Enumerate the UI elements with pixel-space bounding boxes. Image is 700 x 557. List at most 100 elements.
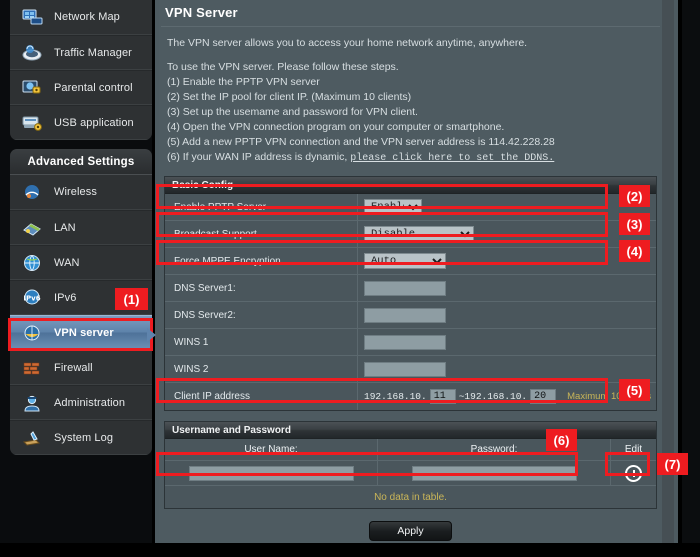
sidebar-item-label: System Log <box>54 431 114 444</box>
step-3: (3) Set up the usemame and password for … <box>167 106 418 118</box>
sidebar: Network Map Traffic Manager Parental con… <box>0 0 152 557</box>
svg-text:IPv6: IPv6 <box>23 294 40 302</box>
row-field: Disable <box>358 221 656 247</box>
row-wins1: WINS 1 <box>165 329 656 356</box>
client-ip-end-input[interactable] <box>530 389 557 404</box>
title-divider <box>161 26 660 27</box>
advanced-settings-label: Advanced Settings <box>27 155 135 168</box>
username-password-title: Username and Password <box>172 424 291 436</box>
sidebar-item-vpn-server[interactable]: VPN server <box>10 315 152 350</box>
advanced-settings-header: Advanced Settings <box>10 149 152 175</box>
cell-username <box>165 461 378 485</box>
row-label: WINS 2 <box>165 356 358 382</box>
password-input[interactable] <box>411 465 577 481</box>
row-field <box>358 302 656 328</box>
row-enable-pptp: Enable PPTP Server Enable <box>165 194 656 221</box>
firewall-icon <box>19 356 46 380</box>
row-force-mppe: Force MPPE Encryption Auto <box>165 248 656 275</box>
row-label: Broadcast Support <box>165 221 358 247</box>
ipv6-icon: IPv6 <box>19 286 46 310</box>
main-panel: VPN Server The VPN server allows you to … <box>152 0 682 543</box>
dns-server2-input[interactable] <box>364 307 446 323</box>
max-clients-note: Maximum 10 clients <box>567 391 652 402</box>
wins2-input[interactable] <box>364 361 446 377</box>
step-2: (2) Set the IP pool for client IP. (Maxi… <box>167 91 412 103</box>
steps-header: To use the VPN server. Please follow the… <box>167 61 399 73</box>
column-header-edit: Edit <box>624 444 643 455</box>
plus-circle-icon[interactable] <box>625 464 642 482</box>
basic-config-title: Basic Config <box>172 179 234 191</box>
step-5: (5) Add a new PPTP VPN connection and th… <box>167 136 555 148</box>
row-field <box>358 356 656 382</box>
enable-pptp-select[interactable]: Enable <box>364 199 422 215</box>
client-ip-separator: ~192.168.10. <box>458 391 528 402</box>
sidebar-item-label: Network Map <box>54 11 120 23</box>
row-wins2: WINS 2 <box>165 356 656 383</box>
dns-server1-input[interactable] <box>364 280 446 296</box>
force-mppe-select[interactable]: Auto <box>364 253 446 269</box>
row-field <box>358 329 656 355</box>
sidebar-item-ipv6[interactable]: IPv6 IPv6 <box>10 280 152 315</box>
lan-icon <box>19 216 46 240</box>
username-input[interactable] <box>188 465 354 481</box>
ddns-link[interactable]: please click here to set the DDNS. <box>350 153 554 164</box>
sidebar-item-usb-application[interactable]: USB application <box>10 105 152 140</box>
sidebar-item-label: LAN <box>54 221 76 234</box>
row-field: Auto <box>358 248 656 274</box>
step-6-prefix: (6) If your WAN IP address is dynamic, <box>167 151 348 163</box>
main-content: VPN Server The VPN server allows you to … <box>159 0 662 543</box>
sidebar-item-label: VPN server <box>54 326 114 339</box>
client-ip-start-input[interactable] <box>429 389 456 404</box>
username-password-card: Username and Password User Name: Passwor… <box>164 421 657 509</box>
intro-text: The VPN server allows you to access your… <box>167 37 528 49</box>
sidebar-item-firewall[interactable]: Firewall <box>10 350 152 385</box>
sidebar-primary-group: Network Map Traffic Manager Parental con… <box>10 0 152 140</box>
sidebar-item-label: Traffic Manager <box>54 46 132 59</box>
sidebar-item-network-map[interactable]: Network Map <box>10 0 152 35</box>
cell-edit <box>611 461 656 485</box>
client-ip-prefix-start: 192.168.10. <box>364 391 427 402</box>
step-1: (1) Enable the PPTP VPN server <box>167 76 320 88</box>
basic-config-card: Basic Config Enable PPTP Server Enable B… <box>164 176 657 411</box>
column-header-username: User Name: <box>165 439 378 460</box>
sidebar-item-system-log[interactable]: System Log <box>10 420 152 455</box>
sidebar-item-label: Parental control <box>54 81 133 94</box>
sidebar-item-parental-control[interactable]: Parental control <box>10 70 152 105</box>
sidebar-item-label: USB application <box>54 116 134 129</box>
router-admin-screen: Network Map Traffic Manager Parental con… <box>0 0 700 557</box>
row-field <box>358 275 656 301</box>
network-map-icon <box>19 5 46 29</box>
apply-button[interactable]: Apply <box>369 521 452 541</box>
column-header-password: Password: <box>378 439 611 460</box>
wan-icon <box>19 251 46 275</box>
row-broadcast-support: Broadcast Support Disable <box>165 221 656 248</box>
row-label: Enable PPTP Server <box>165 194 358 220</box>
broadcast-support-select[interactable]: Disable <box>364 226 474 242</box>
wins1-input[interactable] <box>364 334 446 350</box>
row-dns-server2: DNS Server2: <box>165 302 656 329</box>
sidebar-item-label: Administration <box>54 396 126 409</box>
sidebar-item-wan[interactable]: WAN <box>10 245 152 280</box>
sidebar-item-traffic-manager[interactable]: Traffic Manager <box>10 35 152 70</box>
row-label: WINS 1 <box>165 329 358 355</box>
row-client-ip-address: Client IP address 192.168.10. ~192.168.1… <box>165 383 656 410</box>
sidebar-item-label: WAN <box>54 256 80 269</box>
page-title: VPN Server <box>165 5 238 20</box>
scroll-gutter[interactable] <box>662 0 674 543</box>
system-log-icon <box>19 426 46 450</box>
sidebar-item-lan[interactable]: LAN <box>10 210 152 245</box>
apply-button-wrapper: Apply <box>159 521 662 541</box>
basic-config-header: Basic Config <box>165 177 656 194</box>
sidebar-item-wireless[interactable]: Wireless <box>10 175 152 210</box>
row-dns-server1: DNS Server1: <box>165 275 656 302</box>
traffic-manager-icon <box>19 41 46 65</box>
vpn-server-icon <box>19 321 46 345</box>
empty-table-message: No data in table. <box>374 491 447 503</box>
sidebar-item-label: Wireless <box>54 186 97 198</box>
user-table-header-row: User Name: Password: Edit <box>165 439 656 461</box>
description-block: The VPN server allows you to access your… <box>159 36 662 166</box>
sidebar-item-administration[interactable]: Administration <box>10 385 152 420</box>
administration-icon <box>19 391 46 415</box>
parental-control-icon <box>19 76 46 100</box>
cell-password <box>378 461 611 485</box>
